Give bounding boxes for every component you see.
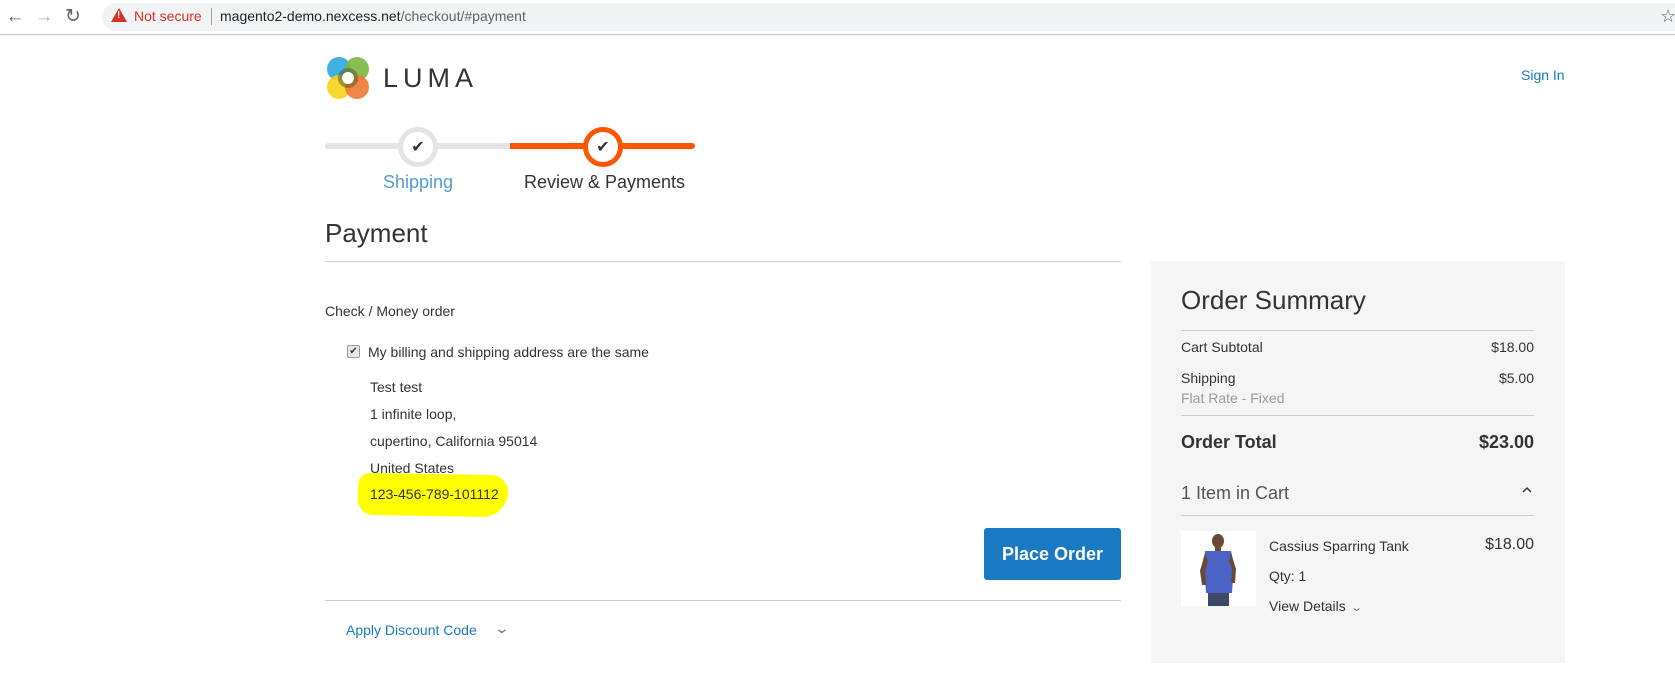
order-summary-title: Order Summary bbox=[1181, 285, 1366, 315]
step-shipping-check-icon: ✔ bbox=[398, 127, 438, 167]
address-country: United States bbox=[370, 460, 455, 476]
url-text[interactable]: magento2-demo.nexcess.net/checkout/#paym… bbox=[220, 8, 526, 24]
reload-icon[interactable]: ↻ bbox=[62, 6, 84, 28]
summary-divider bbox=[1181, 330, 1534, 331]
address-street: 1 infinite loop, bbox=[370, 406, 457, 422]
step-review-payments-label: Review & Payments bbox=[524, 172, 686, 192]
warning-icon bbox=[111, 8, 127, 22]
summary-divider bbox=[1181, 415, 1534, 416]
shipping-method: Flat Rate - Fixed bbox=[1181, 390, 1285, 406]
step-shipping-link[interactable]: Shipping bbox=[383, 172, 453, 193]
address-separator bbox=[211, 8, 212, 25]
step-review-check-icon: ✔ bbox=[583, 127, 623, 167]
cart-divider bbox=[1181, 515, 1534, 516]
shipping-label: Shipping bbox=[1181, 370, 1236, 386]
product-thumbnail bbox=[1181, 531, 1256, 606]
order-total-label: Order Total bbox=[1181, 432, 1277, 452]
cart-subtotal-value: $18.00 bbox=[1491, 339, 1534, 355]
address-phone: 123-456-789-101112 bbox=[370, 486, 499, 502]
url-host: magento2-demo.nexcess.net bbox=[220, 8, 401, 24]
brand-logo-text[interactable]: LUMA bbox=[383, 63, 478, 94]
bookmark-star-icon[interactable]: ☆ bbox=[1660, 6, 1675, 27]
security-indicator[interactable]: Not secure bbox=[134, 8, 202, 24]
forward-icon[interactable]: → bbox=[33, 6, 55, 28]
view-details-label: View Details bbox=[1269, 598, 1346, 614]
apply-discount-toggle[interactable]: Apply Discount Code bbox=[346, 622, 477, 638]
items-in-cart-toggle[interactable]: 1 Item in Cart bbox=[1181, 483, 1289, 504]
product-name: Cassius Sparring Tank bbox=[1269, 538, 1409, 554]
view-details-toggle[interactable]: View Details ⌄ bbox=[1269, 598, 1363, 614]
cart-subtotal-label: Cart Subtotal bbox=[1181, 339, 1263, 355]
page-title: Payment bbox=[325, 218, 428, 248]
product-qty: Qty: 1 bbox=[1269, 568, 1307, 584]
chevron-down-icon[interactable]: ⌄ bbox=[494, 620, 510, 637]
chevron-down-icon: ⌄ bbox=[1349, 602, 1363, 614]
same-address-checkbox[interactable]: ✔ bbox=[347, 345, 360, 358]
payment-method-label[interactable]: Check / Money order bbox=[325, 303, 455, 319]
shipping-value: $5.00 bbox=[1498, 370, 1534, 386]
sign-in-link[interactable]: Sign In bbox=[1521, 67, 1565, 83]
back-icon[interactable]: ← bbox=[4, 6, 26, 28]
chevron-up-icon[interactable] bbox=[1522, 485, 1532, 495]
place-order-button[interactable]: Place Order bbox=[984, 528, 1121, 580]
title-divider bbox=[325, 261, 1121, 262]
section-divider bbox=[325, 600, 1121, 601]
address-city: cupertino, California 95014 bbox=[370, 433, 538, 449]
url-path: /checkout/#payment bbox=[400, 8, 526, 24]
luma-logo-icon[interactable] bbox=[325, 55, 371, 101]
order-total-value: $23.00 bbox=[1478, 432, 1534, 452]
same-address-label[interactable]: My billing and shipping address are the … bbox=[368, 344, 649, 360]
product-price: $18.00 bbox=[1485, 536, 1534, 553]
address-name: Test test bbox=[370, 379, 423, 395]
